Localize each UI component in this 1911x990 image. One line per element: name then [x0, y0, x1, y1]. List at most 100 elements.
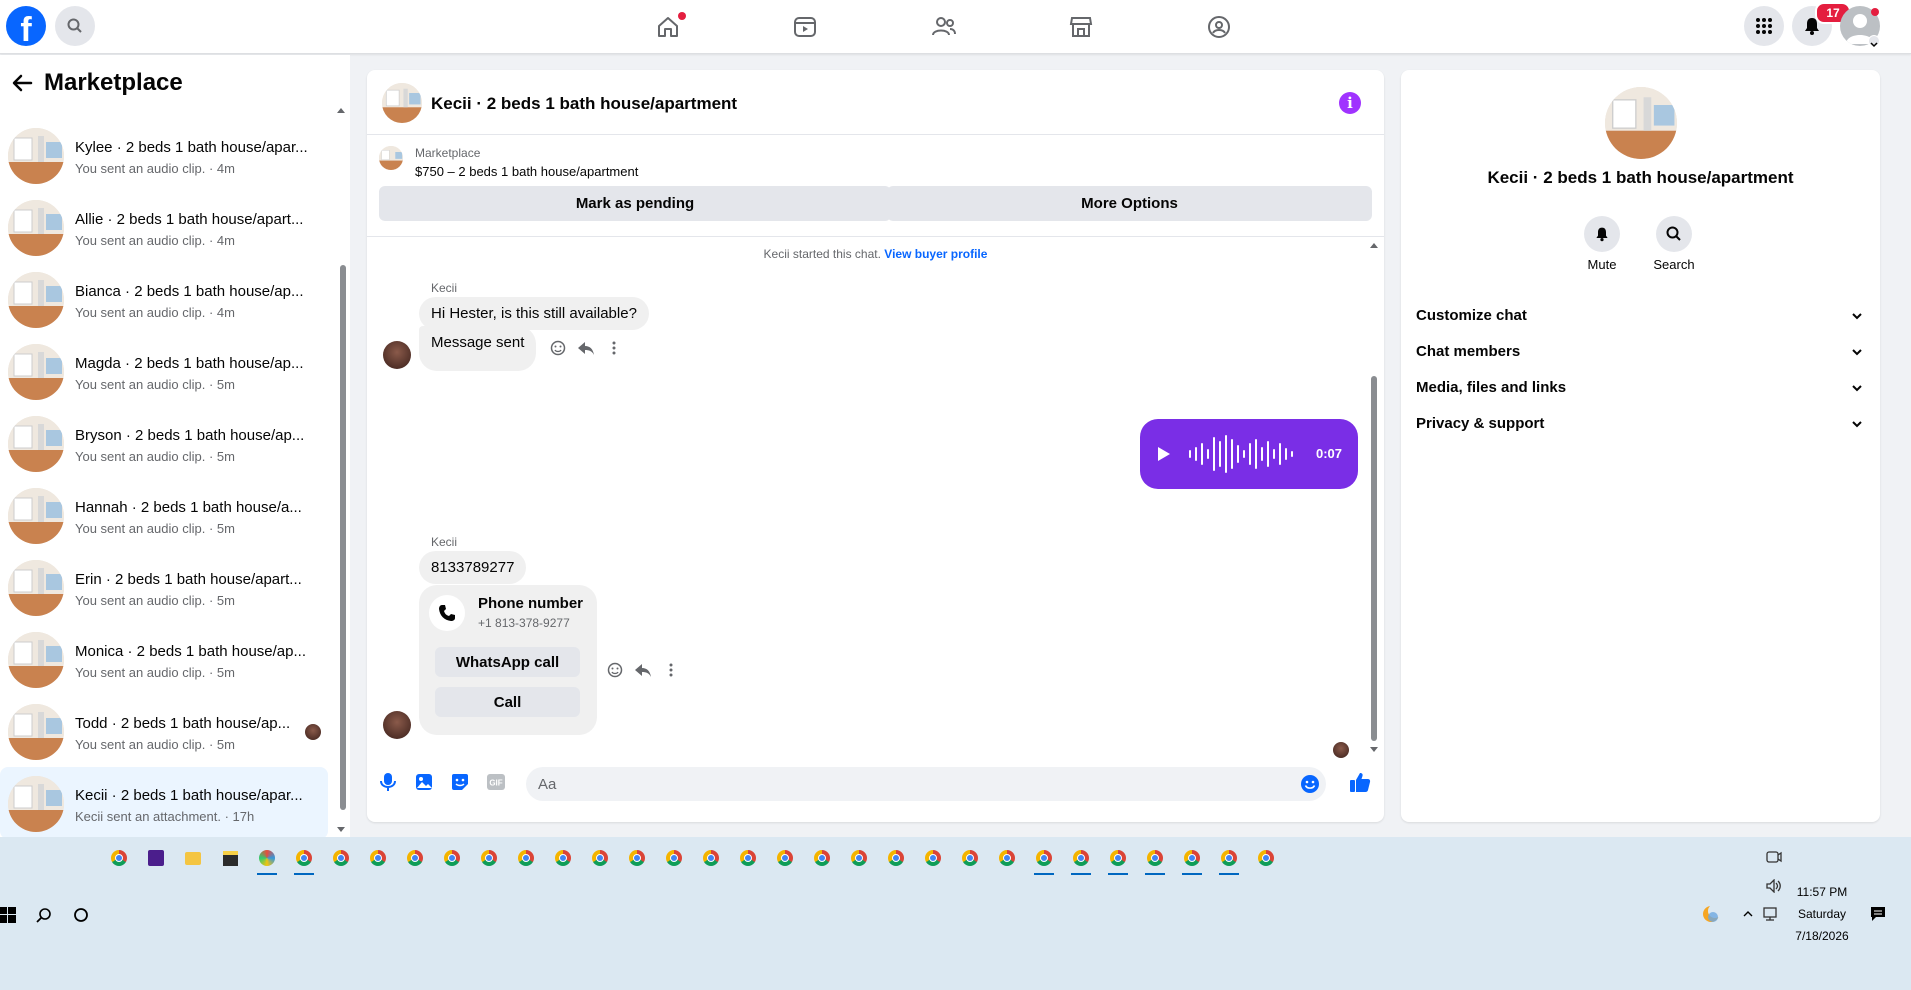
taskbar-app[interactable]: [1066, 843, 1096, 875]
facebook-logo[interactable]: f: [6, 6, 46, 46]
message-bubble[interactable]: Message sent: [419, 326, 537, 371]
cortana-icon[interactable]: [73, 907, 89, 923]
clock-date[interactable]: 7/18/2026: [1782, 929, 1862, 943]
voice-clip-button[interactable]: [376, 770, 400, 794]
mark-as-pending-button[interactable]: Mark as pending: [379, 186, 891, 221]
taskbar-app[interactable]: [881, 843, 911, 873]
nav-friends[interactable]: [926, 9, 962, 45]
taskbar-app[interactable]: [252, 843, 282, 875]
details-section-row[interactable]: Customize chat: [1401, 298, 1880, 334]
taskbar-app[interactable]: [400, 843, 430, 873]
taskbar-app[interactable]: [1214, 843, 1244, 875]
whatsapp-call-button[interactable]: WhatsApp call: [435, 647, 580, 677]
more-actions-button[interactable]: [661, 660, 681, 680]
taskbar-app[interactable]: [696, 843, 726, 873]
react-button[interactable]: [605, 660, 625, 680]
network-icon[interactable]: [1763, 906, 1779, 922]
nav-video[interactable]: [787, 9, 823, 45]
taskbar-app[interactable]: [918, 843, 948, 873]
conversation-item[interactable]: Magda · 2 beds 1 bath house/ap... You sen…: [0, 335, 328, 407]
taskbar-app[interactable]: [844, 843, 874, 873]
taskbar-app[interactable]: [622, 843, 652, 873]
nav-groups[interactable]: [1201, 9, 1237, 45]
details-section-row[interactable]: Media, files and links: [1401, 370, 1880, 406]
conversation-item[interactable]: Allie · 2 beds 1 bath house/apart... You …: [0, 191, 328, 263]
conversation-item[interactable]: Kylee · 2 beds 1 bath house/apar... You s…: [0, 119, 328, 191]
audio-clip-message[interactable]: 0:07: [1140, 419, 1358, 489]
conversation-item[interactable]: Kecii · 2 beds 1 bath house/apar... Kecii…: [0, 767, 328, 837]
listing-thumbnail[interactable]: [382, 83, 422, 123]
chat-scroll-up-icon[interactable]: [1369, 240, 1379, 250]
sidebar-scroll-down-icon[interactable]: [336, 825, 346, 835]
more-actions-button[interactable]: [604, 338, 624, 358]
taskbar-app[interactable]: [437, 843, 467, 873]
taskbar-app[interactable]: [141, 843, 171, 873]
search-button[interactable]: [55, 6, 95, 46]
back-button[interactable]: [0, 61, 44, 105]
taskbar-app[interactable]: [474, 843, 504, 873]
conversation-item[interactable]: Bryson · 2 beds 1 bath house/ap... You se…: [0, 407, 328, 479]
weather-night-icon[interactable]: [1700, 903, 1722, 925]
emoji-button[interactable]: [1298, 772, 1322, 796]
notification-center-icon[interactable]: [1870, 906, 1886, 922]
listing-large-thumbnail[interactable]: [1605, 87, 1677, 159]
gif-button[interactable]: GIF: [484, 770, 508, 794]
nav-home[interactable]: [650, 9, 686, 45]
windows-start-icon[interactable]: [0, 907, 16, 923]
taskbar-app[interactable]: [511, 843, 541, 873]
chevron-up-icon[interactable]: [1742, 908, 1754, 920]
conversation-item[interactable]: Todd · 2 beds 1 bath house/ap... You sent…: [0, 695, 328, 767]
clock-day[interactable]: Saturday: [1782, 907, 1862, 921]
sidebar-scroll-up-icon[interactable]: [336, 105, 346, 115]
account-chevron[interactable]: [1868, 35, 1880, 48]
conversation-item[interactable]: Monica · 2 beds 1 bath house/ap... You se…: [0, 623, 328, 695]
taskbar-app[interactable]: [548, 843, 578, 873]
message-bubble[interactable]: 8133789277: [419, 551, 527, 584]
taskbar-app[interactable]: [1251, 843, 1281, 873]
search-icon[interactable]: [36, 907, 52, 923]
search-in-chat-button[interactable]: Search: [1644, 216, 1704, 272]
volume-icon[interactable]: [1766, 879, 1782, 893]
kecii-avatar[interactable]: [383, 711, 411, 739]
taskbar-app[interactable]: [1029, 843, 1059, 875]
nav-marketplace[interactable]: [1063, 9, 1099, 45]
sidebar-scrollbar[interactable]: [340, 265, 346, 810]
call-button[interactable]: Call: [435, 687, 580, 717]
chat-scroll-down-icon[interactable]: [1369, 745, 1379, 755]
play-icon[interactable]: [1157, 446, 1171, 462]
taskbar-app[interactable]: [1177, 843, 1207, 875]
details-section-row[interactable]: Chat members: [1401, 334, 1880, 370]
details-section-row[interactable]: Privacy & support: [1401, 406, 1880, 442]
info-icon[interactable]: i: [1339, 92, 1361, 114]
taskbar-app[interactable]: [178, 843, 208, 873]
taskbar-app[interactable]: [955, 843, 985, 873]
chat-scrollbar[interactable]: [1371, 376, 1377, 741]
taskbar-app[interactable]: [1103, 843, 1133, 875]
kecii-avatar[interactable]: [383, 341, 411, 369]
message-input[interactable]: [526, 767, 1326, 801]
taskbar-app[interactable]: [326, 843, 356, 873]
taskbar-app[interactable]: [770, 843, 800, 873]
taskbar-app[interactable]: [1140, 843, 1170, 875]
reply-button[interactable]: [633, 660, 653, 680]
sticker-button[interactable]: [448, 770, 472, 794]
reply-button[interactable]: [576, 338, 596, 358]
attach-photo-button[interactable]: [412, 770, 436, 794]
chat-title[interactable]: Kecii · 2 beds 1 bath house/apartment: [431, 94, 737, 114]
like-button[interactable]: [1348, 770, 1372, 794]
menu-button[interactable]: [1744, 6, 1784, 46]
more-options-button[interactable]: More Options: [887, 186, 1372, 221]
taskbar-app[interactable]: [289, 843, 319, 875]
listing-small-thumbnail[interactable]: [379, 146, 403, 170]
react-button[interactable]: [548, 338, 568, 358]
conversation-item[interactable]: Hannah · 2 beds 1 bath house/a... You sen…: [0, 479, 328, 551]
meet-now-icon[interactable]: [1766, 850, 1782, 864]
taskbar-app[interactable]: [585, 843, 615, 873]
conversation-item[interactable]: Erin · 2 beds 1 bath house/apart... You s…: [0, 551, 328, 623]
clock-time[interactable]: 11:57 PM: [1782, 885, 1862, 899]
taskbar-app[interactable]: [363, 843, 393, 873]
view-buyer-profile-link[interactable]: View buyer profile: [884, 247, 987, 261]
listing-price-title[interactable]: $750 – 2 beds 1 bath house/apartment: [415, 164, 638, 179]
taskbar-app[interactable]: [807, 843, 837, 873]
taskbar-app[interactable]: [992, 843, 1022, 873]
